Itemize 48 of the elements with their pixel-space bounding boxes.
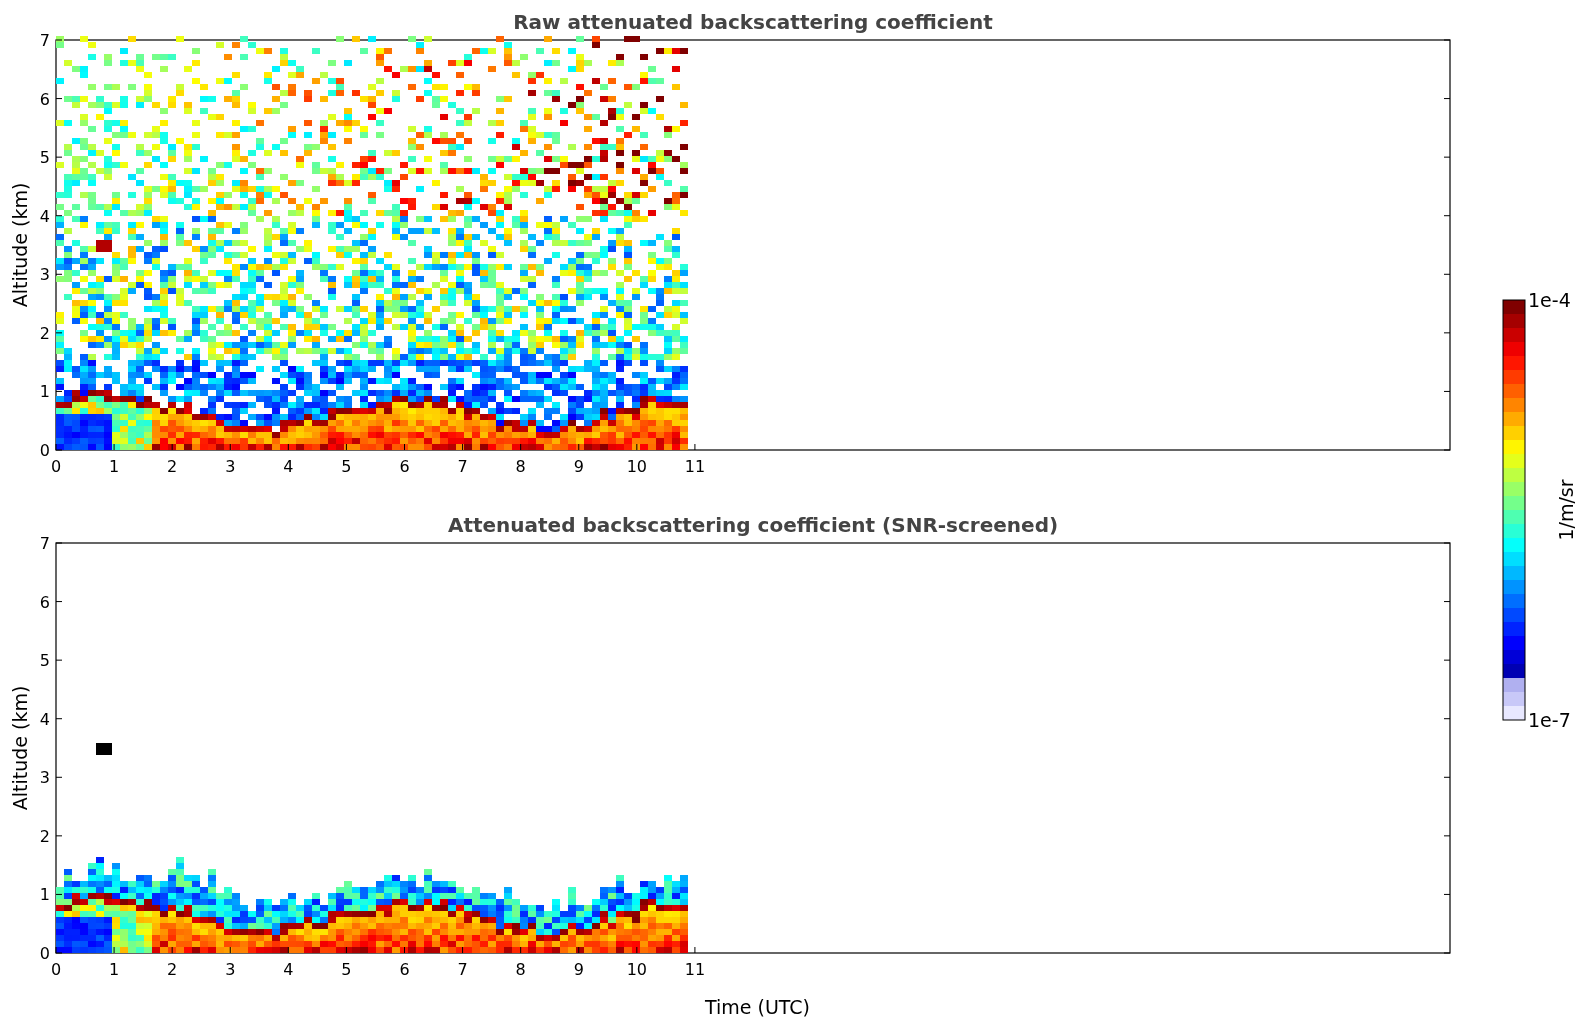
tick-label: 2 [39,323,50,343]
tick-label: 7 [457,960,468,979]
axis-label: Time (UTC) [705,996,810,1018]
tick-label: 1 [39,885,50,905]
tick-label: 5 [341,960,352,979]
tick-label: 7 [457,457,468,476]
colorbar-title: 1/m/sr [1555,479,1577,541]
tick-label: 1 [109,960,120,979]
tick-label: 1 [109,457,120,476]
tick-label: 5 [39,651,50,671]
tick-label: 1 [39,382,50,402]
tick-label: 3 [39,265,50,285]
tick-label: 2 [167,960,178,979]
tick-label: 5 [341,457,352,476]
tick-label: 8 [515,960,526,979]
tick-label: 3 [225,457,236,476]
colorbar-label: 1e-7 [1528,709,1571,730]
tick-label: 3 [39,768,50,788]
tick-label: 6 [39,89,50,109]
tick-label: 2 [167,457,178,476]
tick-label: 9 [573,457,584,476]
tick-label: 11 [684,960,706,979]
axis-label: Altitude (km) [9,685,31,811]
tick-label: 9 [573,960,584,979]
axis-label: Altitude (km) [9,182,31,308]
tick-label: 6 [399,960,410,979]
tick-label: 6 [399,457,410,476]
tick-label: 7 [39,31,50,50]
tick-label: 7 [39,534,50,553]
tick-label: 6 [39,592,50,612]
tick-label: 0 [50,457,62,476]
tick-label: 4 [283,960,294,979]
tick-label: 0 [50,960,62,979]
tick-label: 0 [39,944,50,963]
tick-label: 10 [626,457,647,476]
colorbar-label: 1e-4 [1528,290,1571,311]
tick-label: 4 [283,457,294,476]
tick-label: 4 [39,709,50,729]
tick-label: 3 [225,960,236,979]
tick-label: 11 [684,457,706,476]
chart-title: Raw attenuated backscattering coefficient [513,10,993,34]
tick-label: 4 [39,206,50,226]
tick-label: 8 [515,457,526,476]
tick-label: 2 [39,826,50,846]
tick-label: 10 [626,960,647,979]
tick-label: 5 [39,148,50,168]
chart-title: Attenuated backscattering coefficient (SNR-screened) [447,513,1059,537]
tick-label: 0 [39,441,50,460]
